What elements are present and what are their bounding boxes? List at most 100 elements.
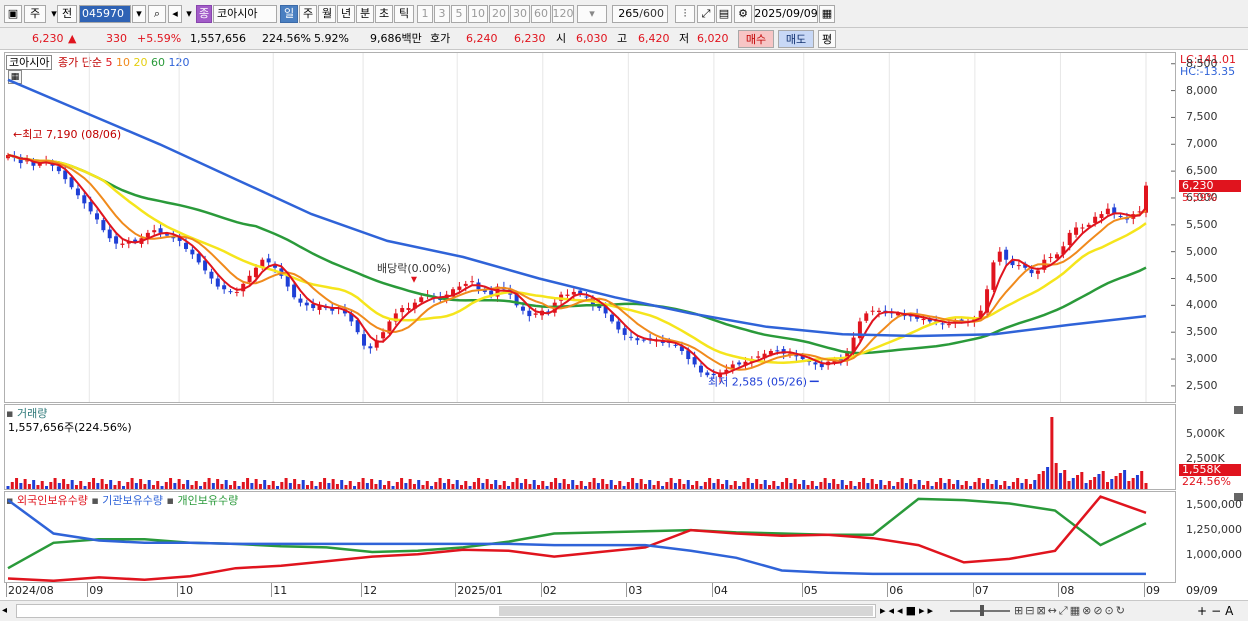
chart-menu-icon[interactable]: ▣	[4, 5, 22, 23]
interval-120-button[interactable]: 120	[552, 5, 574, 23]
bar-count-input[interactable]: 265/600	[612, 5, 668, 23]
interval-label: 60	[534, 7, 548, 20]
interval-5-button[interactable]: 5	[451, 5, 467, 23]
search-icon[interactable]: ⌕	[148, 5, 166, 23]
volume-bar	[1037, 474, 1041, 489]
sell-label: 매도	[785, 33, 807, 46]
scroll-left-icon[interactable]: ◂	[2, 604, 14, 618]
stop-icon[interactable]: ■	[906, 604, 919, 617]
tool-icon[interactable]: ⊠	[1036, 604, 1047, 617]
period-label: 주	[302, 7, 314, 20]
zoom-slider-handle[interactable]	[980, 605, 984, 616]
volume-bar	[494, 480, 498, 489]
candle-body	[1080, 227, 1085, 229]
tool-icon[interactable]: ⊗	[1082, 604, 1093, 617]
volume-panel-close-icon[interactable]	[1234, 406, 1243, 414]
code-dropdown-icon[interactable]: ▾	[132, 5, 146, 23]
interval-10-button[interactable]: 10	[468, 5, 488, 23]
candle-body	[292, 284, 297, 298]
zoom-out-icon[interactable]: −	[1211, 604, 1225, 618]
settings-icon[interactable]: ⚙	[734, 5, 752, 23]
period-minute-tab[interactable]: 분	[356, 5, 374, 23]
volume-bar	[280, 482, 284, 489]
volume-bar	[335, 484, 339, 489]
volume-bar	[1054, 463, 1058, 489]
volume-bar	[468, 486, 472, 489]
volume-bar	[387, 481, 391, 489]
volume-bar	[661, 486, 665, 489]
period-tick-tab[interactable]: 틱	[394, 5, 414, 23]
volume-bar	[1028, 484, 1032, 489]
period-week-tab[interactable]: 주	[299, 5, 317, 23]
volume-bar	[412, 484, 416, 489]
candle-body	[756, 356, 761, 358]
candle-body	[533, 313, 538, 315]
candle-type-icon[interactable]: ⫶	[675, 5, 695, 23]
volume-bar	[425, 481, 429, 489]
volume-bar	[477, 478, 481, 489]
ask-label: 호가	[430, 32, 451, 45]
interval-input[interactable]: ▾	[577, 5, 607, 23]
volume-bar	[528, 484, 532, 489]
save-icon[interactable]: ▤	[716, 5, 732, 23]
tool-icon[interactable]: ⊟	[1025, 604, 1036, 617]
interval-3-button[interactable]: 3	[434, 5, 450, 23]
interval-60-button[interactable]: 60	[531, 5, 551, 23]
speaker-dropdown-icon[interactable]: ▾	[183, 5, 195, 23]
font-size-icon[interactable]: A	[1225, 604, 1237, 618]
volume-bar	[314, 486, 318, 489]
tool-icon[interactable]: ↔	[1048, 604, 1059, 617]
volume-bar	[267, 485, 271, 489]
volume-bar	[1058, 473, 1062, 489]
tool-icon[interactable]: ⊘	[1093, 604, 1104, 617]
date-input[interactable]: 2025/09/09	[754, 5, 818, 23]
scroll-track[interactable]	[16, 604, 876, 618]
tool-icon[interactable]: ⊙	[1105, 604, 1116, 617]
speaker-icon[interactable]: ◂	[168, 5, 182, 23]
buy-button[interactable]: 매수	[738, 30, 774, 48]
draw-tool-icon[interactable]: ⤢	[697, 5, 715, 23]
volume-bar	[250, 483, 254, 489]
stock-code-input[interactable]: 045970	[79, 5, 131, 23]
tool-icon[interactable]: ⊞	[1014, 604, 1025, 617]
volume-bar	[361, 478, 365, 489]
volume-bar	[699, 486, 703, 489]
volume-bar	[532, 480, 536, 489]
tool-icon[interactable]: ↻	[1116, 604, 1127, 617]
interval-30-button[interactable]: 30	[510, 5, 530, 23]
play-icon[interactable]: ▸	[880, 604, 889, 617]
scroll-thumb[interactable]	[499, 606, 873, 616]
candle-body	[266, 258, 271, 263]
interval-1-button[interactable]: 1	[417, 5, 433, 23]
volume-bar	[1041, 471, 1045, 489]
volume-bar	[1067, 481, 1071, 489]
volume-bar	[519, 483, 523, 489]
tool-icon[interactable]: ⤢	[1059, 604, 1070, 617]
fast-forward-icon[interactable]: ▸▸	[919, 604, 936, 617]
rewind-icon[interactable]: ◂◂	[889, 604, 906, 617]
zoom-in-icon[interactable]: +	[1197, 604, 1211, 618]
period-day-tab[interactable]: 일	[280, 5, 298, 23]
volume-bar	[139, 479, 143, 489]
interval-20-button[interactable]: 20	[489, 5, 509, 23]
tool-icon[interactable]: ▦	[1070, 604, 1082, 617]
candle-body	[164, 234, 169, 236]
calendar-icon[interactable]: ▦	[819, 5, 835, 23]
volume-bar	[639, 479, 643, 489]
market-mode-select[interactable]: 주	[24, 5, 46, 23]
evaluate-button[interactable]: 평	[818, 30, 836, 48]
period-month-tab[interactable]: 월	[318, 5, 336, 23]
volume-bar	[481, 483, 485, 489]
period-year-tab[interactable]: 년	[337, 5, 355, 23]
period-second-tab[interactable]: 초	[375, 5, 393, 23]
volume-bar	[74, 485, 78, 489]
stock-name-field[interactable]: 코아시아	[213, 5, 277, 23]
volume-bar	[92, 478, 96, 489]
volume-bar	[969, 486, 973, 489]
volume-bar	[344, 485, 348, 489]
market-filter-button[interactable]: 전	[57, 5, 77, 23]
candle-body	[870, 310, 875, 312]
volume-bar	[900, 478, 904, 489]
volume-bar	[1003, 481, 1007, 489]
sell-button[interactable]: 매도	[778, 30, 814, 48]
